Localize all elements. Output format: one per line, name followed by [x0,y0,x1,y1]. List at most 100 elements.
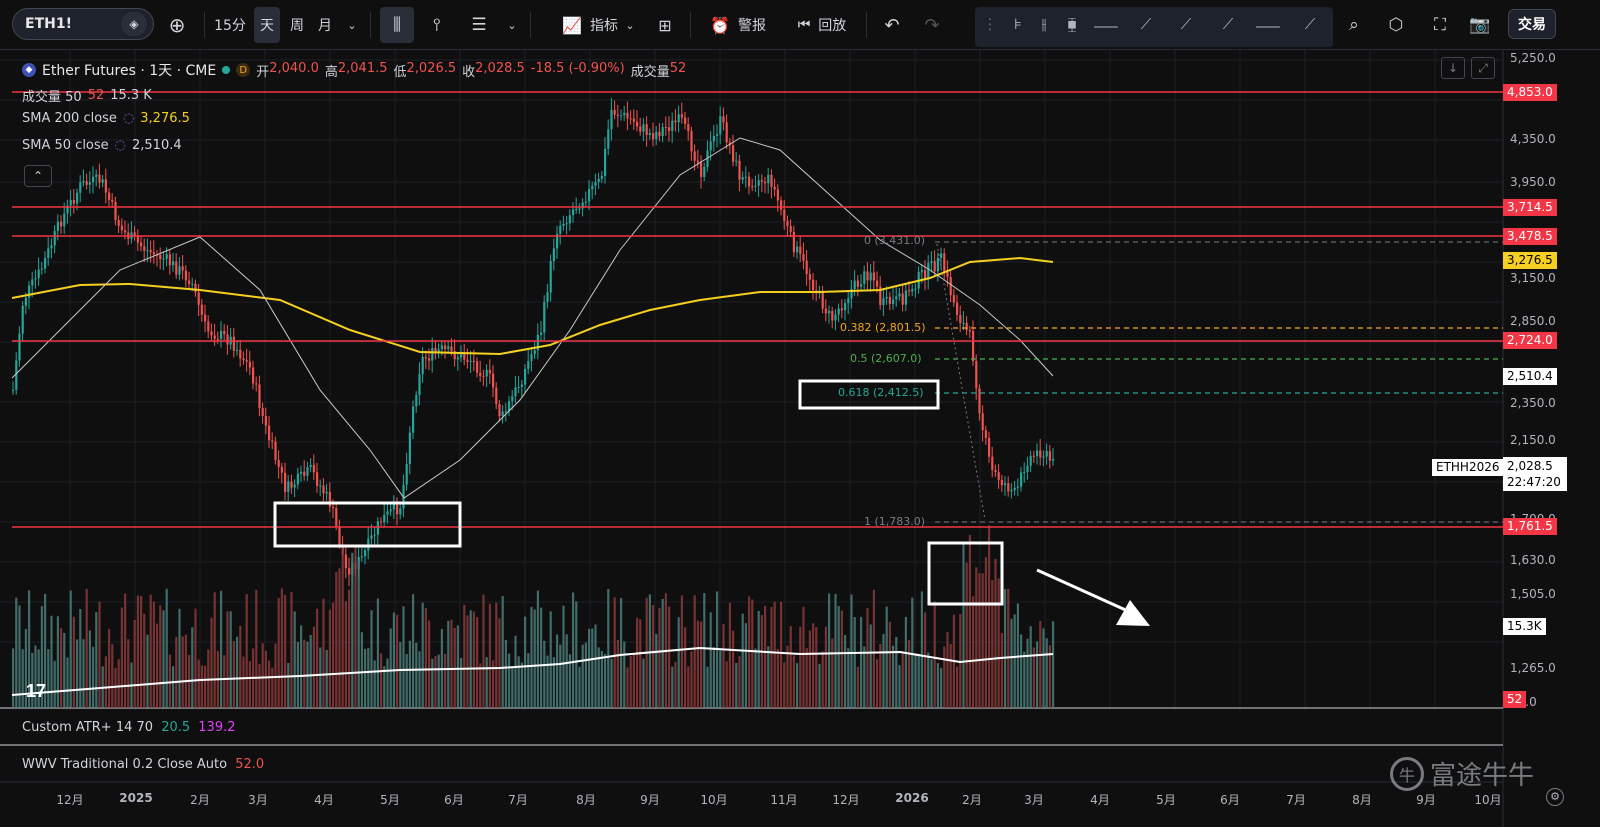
candle-body [773,186,776,190]
interval-month[interactable]: 月 [312,7,338,43]
volume-bar [956,666,959,708]
candle-body [165,254,168,259]
vol50-legend[interactable]: 成交量 50 52 15.3 K [22,86,152,105]
redo-icon[interactable]: ↷ [918,7,946,43]
volume-bar [508,653,511,708]
wwv-legend[interactable]: WWV Traditional 0.2 Close Auto 52.0 [22,757,264,772]
sma50-legend[interactable]: SMA 50 close ◌ 2,510.4 [22,138,182,153]
volume-bar [159,605,162,708]
undo-icon[interactable]: ↶ [878,7,906,43]
chevron-up-icon[interactable]: ⌃ [24,165,52,187]
chevron-down-icon[interactable]: ⌄ [622,7,638,43]
chart-area[interactable]: 17 [0,50,1600,827]
ray-icon[interactable]: ⟋ [1173,15,1199,39]
magnifier-icon[interactable]: ⌕ [1340,7,1368,43]
arrow-down-icon[interactable]: ↓ [1441,57,1465,79]
candle-body [834,314,837,321]
volume-bar [536,590,539,708]
compare-icon[interactable]: ☰ [464,7,494,43]
candle-body [213,335,216,339]
long-position-icon[interactable]: ⧯ [1059,15,1085,39]
interval-week[interactable]: 周 [284,7,310,43]
volume-bar [687,666,690,708]
layout-grid-icon[interactable]: ⊞ [650,7,680,43]
volume-bar [463,604,466,708]
candle-body [399,508,402,515]
diamond-icon[interactable]: ◈ [121,12,147,36]
volume-bar [895,636,898,708]
candle-body [559,225,562,234]
volume-bar [450,619,453,708]
trend-line-icon[interactable]: ⟋ [1133,15,1159,39]
volume-bar [572,592,575,708]
candle-body [60,221,63,227]
add-symbol-icon[interactable]: ⊕ [162,7,192,43]
candle-body [610,109,613,130]
price-chart[interactable]: 17 [0,50,1600,827]
candle-body [792,232,795,253]
candle-body [642,124,645,132]
sma200-legend[interactable]: SMA 200 close ◌ 3,276.5 [22,111,190,126]
candle-body [860,284,863,287]
candle-body [895,296,898,300]
extended-line-icon[interactable]: ⟋ [1215,15,1241,39]
candle-body [805,260,808,275]
candle-body [210,331,213,336]
candle-body [988,437,991,457]
camera-icon[interactable]: 📷 [1466,7,1494,43]
chevron-down-icon[interactable]: ⌄ [342,7,362,43]
candles-icon[interactable]: ⫼ [380,7,414,43]
maximize-icon[interactable]: ⤢ [1471,57,1495,79]
volume-bar [860,616,863,708]
candle-body [53,230,56,246]
candle-body [863,271,866,285]
info-line-icon[interactable]: ⟋ [1297,15,1323,39]
replay-button[interactable]: ⏮ 回放 [784,7,860,43]
volume-bar [152,601,155,708]
trade-button[interactable]: 交易 [1508,9,1556,39]
high-value: 2,041.5 [337,60,388,76]
horizontal-line-icon[interactable]: ⸺ [1093,15,1119,39]
candle-body [223,330,226,335]
x-tick: 8月 [576,793,596,807]
candle-body [831,310,834,321]
fullscreen-icon[interactable]: ⛶ [1426,7,1454,43]
candle-body [760,180,763,182]
atr-legend[interactable]: Custom ATR+ 14 70 20.5 139.2 [22,720,236,735]
symbol-search[interactable]: ETH1! ◈ [12,8,154,40]
candle-body [616,114,619,116]
candle-body [754,185,757,187]
volume-bar [1045,638,1048,708]
candle-body [34,278,37,280]
volume-bar [76,639,79,708]
volume-bar [498,618,501,708]
chevron-down-icon[interactable]: ⌄ [502,7,522,43]
interval-15m[interactable]: 15分 [212,7,248,43]
candle-body [965,322,968,331]
volume-bar [556,634,559,708]
axis-tick: 3,150.0 [1510,271,1556,285]
drag-handle-icon[interactable]: ⋮ [977,15,1003,39]
interval-day[interactable]: 天 [254,7,280,43]
volume-bar [136,595,139,708]
bars-icon[interactable]: ⫯ [422,7,452,43]
candle-body [431,348,434,361]
candle-body [607,129,610,149]
chart-background [0,50,1600,827]
candle-body [796,246,799,253]
candle-body [690,131,693,152]
candle-body [853,280,856,289]
date-range-icon[interactable]: ⫲ [1031,15,1057,39]
alert-button[interactable]: ⏰ 警报 [700,7,776,43]
volume-bar [911,597,914,708]
axis-tick: 1,265.0 [1510,661,1556,675]
volume-bar [156,623,159,708]
horizontal-ray-icon[interactable]: ⸺ [1255,15,1281,39]
gear-icon[interactable]: ⚙ [1546,788,1564,806]
settings-hexagon-icon[interactable]: ⬡ [1382,7,1410,43]
candle-body [757,180,760,186]
price-range-icon[interactable]: ⊧ [1005,15,1031,39]
volume-bar [802,606,805,708]
candle-body [504,411,507,413]
volume-bar [764,605,767,708]
